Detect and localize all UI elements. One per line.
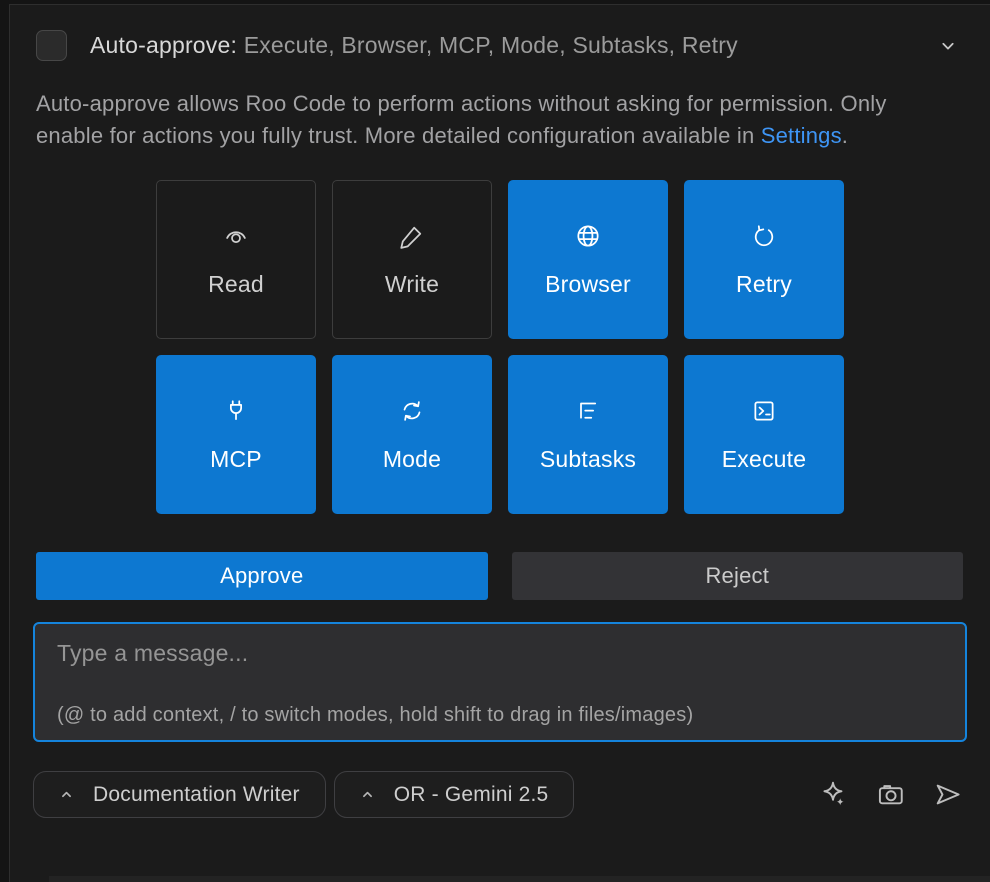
eye-icon [222,222,250,250]
auto-approve-title-label: Auto-approve: [90,32,237,58]
enhance-prompt-button[interactable] [818,779,849,810]
approve-button[interactable]: Approve [36,552,488,600]
tile-subtasks[interactable]: Subtasks [508,355,668,514]
settings-link[interactable]: Settings [761,123,842,148]
chevron-up-icon [59,787,74,802]
camera-icon [875,779,906,810]
tile-label: Write [385,271,439,298]
mode-selector[interactable]: Documentation Writer [33,771,326,818]
list-tree-icon [574,397,602,425]
tile-label: Execute [722,446,807,473]
auto-approve-title: Auto-approve: Execute, Browser, MCP, Mod… [90,32,738,59]
reject-button[interactable]: Reject [512,552,964,600]
sparkle-icon [818,779,849,810]
tile-retry[interactable]: Retry [684,180,844,339]
tile-label: Retry [736,271,792,298]
message-placeholder: Type a message... [57,640,248,667]
tile-label: Read [208,271,264,298]
tile-label: Mode [383,446,441,473]
tile-browser[interactable]: Browser [508,180,668,339]
refresh-icon [750,222,778,250]
model-selector[interactable]: OR - Gemini 2.5 [334,771,575,818]
send-icon [932,779,963,810]
auto-approve-description: Auto-approve allows Roo Code to perform … [10,88,925,152]
tile-mcp[interactable]: MCP [156,355,316,514]
message-input[interactable]: Type a message... (@ to add context, / t… [33,622,967,742]
tile-label: MCP [210,446,262,473]
action-buttons: Approve Reject [10,552,990,600]
tile-label: Browser [545,271,631,298]
auto-approve-panel: Auto-approve: Execute, Browser, MCP, Mod… [9,4,990,882]
tile-read[interactable]: Read [156,180,316,339]
sync-icon [398,397,426,425]
tile-mode[interactable]: Mode [332,355,492,514]
add-images-button[interactable] [875,779,906,810]
bottom-divider [49,876,990,882]
model-selector-label: OR - Gemini 2.5 [394,783,549,807]
auto-approve-grid: Read Write Browser Retry MCP Mode Subtasks Exec… [10,180,990,514]
tile-execute[interactable]: Execute [684,355,844,514]
description-suffix: . [842,123,848,148]
chevron-up-icon [360,787,375,802]
send-button[interactable] [932,779,963,810]
mode-selector-label: Documentation Writer [93,783,300,807]
tile-label: Subtasks [540,446,636,473]
message-hint: (@ to add context, / to switch modes, ho… [57,704,693,727]
description-text: Auto-approve allows Roo Code to perform … [36,91,887,148]
auto-approve-header[interactable]: Auto-approve: Execute, Browser, MCP, Mod… [10,30,990,61]
chevron-down-icon[interactable] [936,34,960,58]
terminal-icon [750,397,778,425]
plug-icon [222,397,250,425]
tile-write[interactable]: Write [332,180,492,339]
auto-approve-checkbox[interactable] [36,30,67,61]
pencil-icon [398,222,426,250]
footer-bar: Documentation Writer OR - Gemini 2.5 [10,771,990,818]
globe-icon [574,222,602,250]
footer-icon-group [818,779,963,810]
auto-approve-summary: Execute, Browser, MCP, Mode, Subtasks, R… [244,32,738,58]
